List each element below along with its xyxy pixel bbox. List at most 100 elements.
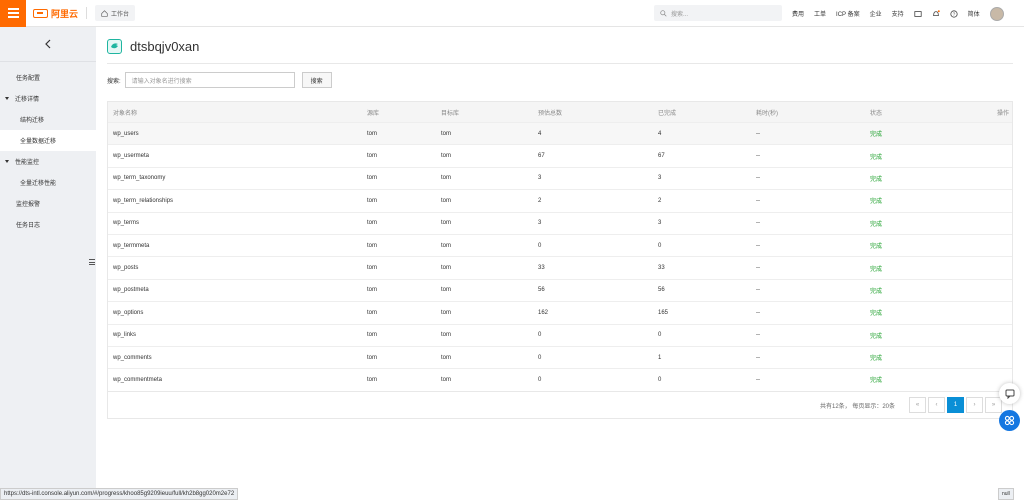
cell-source: tom (367, 265, 378, 272)
cell-estimated-total: 0 (538, 332, 542, 339)
cell-object-name: wp_terms (113, 220, 140, 227)
cell-duration: -- (756, 354, 760, 361)
cell-source: tom (367, 332, 378, 339)
language-switch[interactable]: 简体 (968, 9, 980, 18)
cell-target: tom (441, 332, 452, 339)
cell-estimated-total: 3 (538, 220, 542, 227)
top-link-icp[interactable]: ICP 备案 (836, 9, 860, 18)
object-search-input[interactable]: 请输入对象名进行搜索 (124, 72, 295, 88)
cell-status: 完成 (870, 378, 883, 385)
logo-mark-icon (33, 8, 48, 18)
sidebar-item-task-log[interactable]: 任务日志 (0, 214, 96, 235)
cell-object-name: wp_usermeta (113, 153, 150, 160)
cell-status: 完成 (870, 244, 883, 251)
cell-completed: 33 (658, 265, 665, 272)
col-actions: 操作 (996, 110, 1009, 117)
table-row[interactable]: wp_term_taxonomy tom tom 3 3 -- 完成 (108, 166, 1012, 189)
cell-source: tom (367, 242, 378, 249)
caret-down-icon (5, 97, 9, 100)
cell-duration: -- (756, 130, 760, 137)
first-page-button[interactable]: « (909, 397, 926, 413)
sidebar-item-label: 任务配置 (16, 76, 41, 82)
cell-target: tom (441, 287, 452, 294)
prev-page-button[interactable]: ‹ (928, 397, 945, 413)
search-bar: 搜索: 请输入对象名进行搜索 搜索 (107, 72, 332, 88)
help-icon[interactable]: ? (950, 9, 958, 18)
table-row[interactable]: wp_postmeta tom tom 56 56 -- 完成 (108, 278, 1012, 301)
cell-target: tom (441, 197, 452, 204)
top-link-support[interactable]: 支持 (892, 9, 904, 18)
back-button[interactable] (0, 27, 96, 62)
hamburger-menu-icon[interactable] (0, 0, 26, 27)
table-row[interactable]: wp_posts tom tom 33 33 -- 完成 (108, 256, 1012, 278)
cell-completed: 1 (658, 354, 662, 361)
top-link-ticket[interactable]: 工单 (814, 9, 826, 18)
cell-target: tom (441, 376, 452, 383)
table-row[interactable]: wp_options tom tom 162 165 -- 完成 (108, 301, 1012, 323)
sidebar-item-task-config[interactable]: 任务配置 (0, 67, 96, 88)
cell-source: tom (367, 309, 378, 316)
sidebar-item-monitoring-alerts[interactable]: 监控报警 (0, 193, 96, 214)
table-row[interactable]: wp_users tom tom 4 4 -- 完成 (108, 122, 1012, 145)
workbench-button[interactable]: 工作台 (95, 5, 136, 21)
caret-down-icon (5, 160, 9, 163)
table-row[interactable]: wp_commentmeta tom tom 0 0 -- 完成 (108, 368, 1012, 390)
cell-target: tom (441, 153, 452, 160)
cell-estimated-total: 67 (538, 153, 545, 160)
apps-float-button[interactable] (999, 410, 1020, 431)
table-row[interactable]: wp_termmeta tom tom 0 0 -- 完成 (108, 233, 1012, 256)
cell-duration: -- (756, 242, 760, 249)
table-row[interactable]: wp_terms tom tom 3 3 -- 完成 (108, 211, 1012, 234)
cell-duration: -- (756, 376, 760, 383)
workbench-label: 工作台 (111, 11, 130, 18)
page-1-button[interactable]: 1 (947, 397, 964, 413)
cell-estimated-total: 56 (538, 287, 545, 294)
aliyun-logo[interactable]: 阿里云 (33, 0, 78, 27)
global-search-input[interactable]: 搜索... (654, 5, 782, 21)
user-avatar[interactable] (989, 6, 1004, 21)
cell-status: 完成 (870, 132, 883, 139)
search-icon (660, 9, 667, 17)
cell-completed: 56 (658, 287, 665, 294)
chat-float-button[interactable] (999, 383, 1020, 404)
cell-target: tom (441, 175, 452, 182)
cell-status: 完成 (870, 221, 883, 228)
top-links: 费用 工单 ICP 备案 企业 支持 ? 简体 (792, 0, 1004, 27)
table-body: wp_users tom tom 4 4 -- 完成 wp_usermeta tom tom 67 6… (108, 122, 1012, 391)
divider (86, 7, 88, 19)
sidebar-group-migration-details[interactable]: 迁移详情 (0, 88, 96, 109)
cell-completed: 0 (658, 376, 662, 383)
svg-text:?: ? (952, 11, 955, 17)
search-button[interactable]: 搜索 (301, 72, 332, 88)
migration-table: 对象名称 源库 目标库 预估总数 已完成 耗时(秒) 状态 操作 wp_user… (107, 101, 1013, 392)
search-label: 搜索: (107, 78, 121, 85)
table-header: 对象名称 源库 目标库 预估总数 已完成 耗时(秒) 状态 操作 (108, 102, 1012, 122)
col-target: 目标库 (441, 110, 460, 117)
table-row[interactable]: wp_links tom tom 0 0 -- 完成 (108, 323, 1012, 346)
cell-duration: -- (756, 153, 760, 160)
table-row[interactable]: wp_term_relationships tom tom 2 2 -- 完成 (108, 189, 1012, 211)
sidebar-item-full-data-migration[interactable]: 全量数据迁移 (0, 130, 96, 151)
top-link-billing[interactable]: 费用 (792, 9, 804, 18)
cell-object-name: wp_termmeta (113, 242, 150, 249)
cell-status: 完成 (870, 288, 883, 295)
screen-icon[interactable] (914, 10, 922, 18)
cell-target: tom (441, 220, 452, 227)
cell-status: 完成 (870, 311, 883, 318)
col-object-name: 对象名称 (113, 110, 138, 117)
divider (107, 63, 1013, 64)
cell-estimated-total: 4 (538, 130, 542, 137)
cell-source: tom (367, 220, 378, 227)
sidebar-item-label: 性能监控 (15, 160, 40, 166)
table-row[interactable]: wp_usermeta tom tom 67 67 -- 完成 (108, 144, 1012, 166)
bell-icon[interactable] (932, 9, 940, 18)
table-row[interactable]: wp_comments tom tom 0 1 -- 完成 (108, 345, 1012, 368)
top-link-enterprise[interactable]: 企业 (870, 9, 882, 18)
sidebar-item-full-migration-performance[interactable]: 全量迁移性能 (0, 172, 96, 193)
sidebar-item-schema-migration[interactable]: 结构迁移 (0, 109, 96, 130)
sidebar-group-performance[interactable]: 性能监控 (0, 151, 96, 172)
last-page-button[interactable]: » (985, 397, 1002, 413)
cell-object-name: wp_comments (113, 354, 152, 361)
cell-status: 完成 (870, 154, 883, 161)
next-page-button[interactable]: › (966, 397, 983, 413)
